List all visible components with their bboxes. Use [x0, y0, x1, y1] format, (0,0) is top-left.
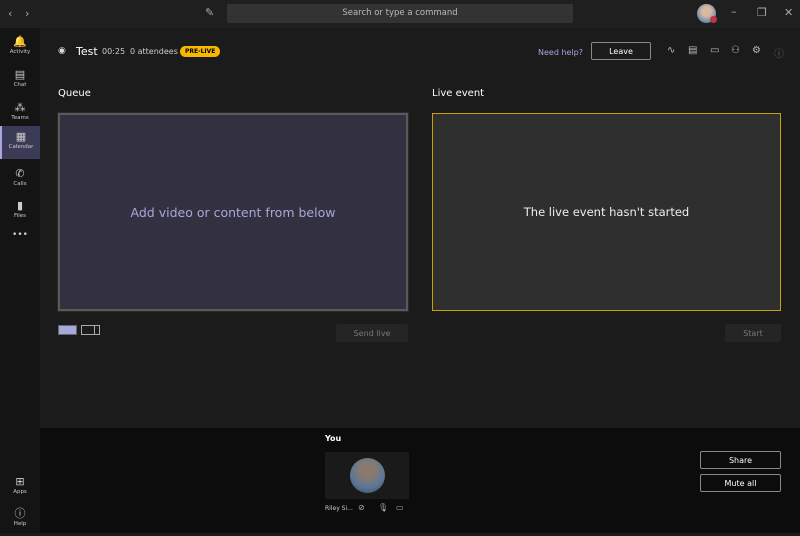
sidebar-item-apps[interactable]: ⊞Apps	[0, 471, 40, 504]
restore-icon[interactable]: ❐	[757, 6, 767, 19]
compose-icon[interactable]: ✎	[205, 6, 214, 19]
live-status: The live event hasn't started	[524, 205, 689, 219]
status-badge: PRE-LIVE	[180, 46, 220, 57]
teams-icon: ⁂	[0, 101, 40, 114]
chat-icon[interactable]: ▭	[710, 45, 719, 56]
more-icon[interactable]: •••	[0, 230, 40, 263]
participants-icon[interactable]: ⚇	[731, 45, 740, 56]
status-dot	[710, 16, 717, 23]
sidebar-item-calendar[interactable]: ▦Calendar	[0, 126, 40, 159]
record-icon: ◉	[58, 46, 66, 56]
event-timer: 00:25	[102, 47, 125, 56]
attendee-count: 0 attendees	[130, 47, 178, 56]
sidebar-item-chat[interactable]: ▤Chat	[0, 64, 40, 97]
info-icon[interactable]: ⓘ	[774, 45, 784, 60]
participant-avatar	[350, 458, 385, 493]
share-button[interactable]: Share	[700, 451, 781, 469]
send-to-queue-icon[interactable]: ▭	[396, 503, 404, 512]
health-icon[interactable]: ∿	[667, 45, 675, 56]
help-icon: ⓘ	[0, 507, 40, 520]
sidebar-item-calls[interactable]: ✆Calls	[0, 163, 40, 196]
title-bar: ‹ › ✎ Search or type a command – ❐ ✕	[0, 0, 800, 28]
camera-off-icon[interactable]: ⊘	[358, 503, 365, 512]
search-input[interactable]: Search or type a command	[227, 4, 573, 23]
bell-icon: 🔔	[0, 35, 40, 48]
minimize-icon[interactable]: –	[731, 5, 737, 18]
sidebar-item-files[interactable]: ▮Files	[0, 195, 40, 228]
live-preview: The live event hasn't started	[432, 113, 781, 311]
file-icon: ▮	[0, 199, 40, 212]
back-icon[interactable]: ‹	[8, 7, 12, 20]
sidebar: 🔔Activity ▤Chat ⁂Teams ▦Calendar ✆Calls …	[0, 28, 40, 533]
self-video-tile[interactable]	[325, 452, 409, 499]
queue-title: Queue	[58, 88, 91, 99]
queue-preview[interactable]: Add video or content from below	[58, 113, 408, 311]
sidebar-item-activity[interactable]: 🔔Activity	[0, 31, 40, 64]
apps-icon: ⊞	[0, 475, 40, 488]
split-layout-button[interactable]	[81, 325, 100, 335]
mute-all-button[interactable]: Mute all	[700, 474, 781, 492]
forward-icon[interactable]: ›	[25, 7, 29, 20]
event-title: Test	[76, 45, 98, 58]
queue-placeholder: Add video or content from below	[131, 205, 336, 220]
chat-icon: ▤	[0, 68, 40, 81]
participants-panel	[40, 428, 800, 533]
send-live-button[interactable]: Send live	[336, 324, 408, 342]
calendar-icon: ▦	[2, 130, 40, 143]
settings-icon[interactable]: ⚙	[752, 45, 761, 56]
help-link[interactable]: Need help?	[538, 48, 583, 57]
participant-name: Riley Si...	[325, 505, 353, 512]
mic-off-icon[interactable]: 🎙	[378, 503, 388, 512]
start-button[interactable]: Start	[725, 324, 781, 342]
close-icon[interactable]: ✕	[784, 6, 793, 19]
you-label: You	[325, 434, 341, 443]
phone-icon: ✆	[0, 167, 40, 180]
leave-button[interactable]: Leave	[591, 42, 651, 60]
single-layout-button[interactable]	[58, 325, 77, 335]
notes-icon[interactable]: ▤	[688, 45, 697, 56]
live-title: Live event	[432, 88, 484, 99]
sidebar-item-help[interactable]: ⓘHelp	[0, 503, 40, 536]
